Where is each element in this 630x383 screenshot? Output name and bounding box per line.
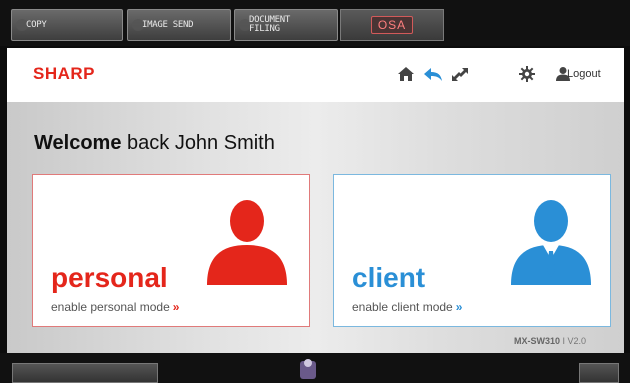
bottom-left-button[interactable]: [12, 363, 158, 383]
sharp-logo: SHARP: [33, 64, 96, 83]
client-title: client: [352, 262, 426, 293]
welcome-rest: back John Smith: [121, 132, 275, 154]
client-mode-card[interactable]: client enable client mode»: [333, 174, 611, 327]
tab-osa[interactable]: OSA: [340, 9, 444, 41]
gear-icon[interactable]: [519, 66, 535, 82]
personal-subtitle-text: enable personal mode: [51, 300, 170, 314]
personal-arrow: »: [172, 300, 180, 314]
personal-avatar-icon: [207, 200, 287, 285]
tab-document-filing[interactable]: DOCUMENT FILING: [234, 9, 338, 41]
osa-label: OSA: [370, 16, 414, 34]
client-avatar-icon: [511, 200, 591, 285]
personal-subtitle: enable personal mode»: [51, 300, 179, 314]
personal-mode-card[interactable]: personal enable personal mode»: [32, 174, 310, 327]
back-icon[interactable]: [423, 66, 443, 82]
client-subtitle-text: enable client mode: [352, 300, 453, 314]
model-version-number: V2.0: [567, 336, 587, 346]
home-icon[interactable]: [397, 66, 415, 82]
tab-copy-label: COPY: [26, 19, 47, 30]
personal-title: personal: [51, 262, 168, 293]
welcome-message: Welcome back John Smith: [34, 132, 275, 155]
client-arrow: »: [455, 300, 463, 314]
client-subtitle: enable client mode»: [352, 300, 462, 314]
model-separator: I: [560, 336, 568, 346]
bottom-bar: [0, 353, 630, 383]
bottom-right-button[interactable]: [579, 363, 619, 383]
model-version: MX-SW310 I V2.0: [514, 336, 586, 346]
tab-image-send-label: IMAGE SEND: [142, 19, 194, 30]
model-name: MX-SW310: [514, 336, 561, 346]
center-status-icon[interactable]: [297, 357, 319, 381]
tab-document-filing-label: DOCUMENT FILING: [249, 16, 290, 34]
app-header: SHARP Logout: [7, 48, 624, 102]
tab-image-send[interactable]: IMAGE SEND: [127, 9, 231, 41]
logout-link[interactable]: Logout: [567, 68, 601, 80]
top-mode-bar: COPY IMAGE SEND DOCUMENT FILING OSA: [0, 0, 630, 46]
swap-icon[interactable]: [450, 66, 470, 83]
tab-document-filing-line2: FILING: [249, 24, 280, 34]
welcome-bold: Welcome: [34, 132, 122, 154]
tab-copy[interactable]: COPY: [11, 9, 123, 41]
